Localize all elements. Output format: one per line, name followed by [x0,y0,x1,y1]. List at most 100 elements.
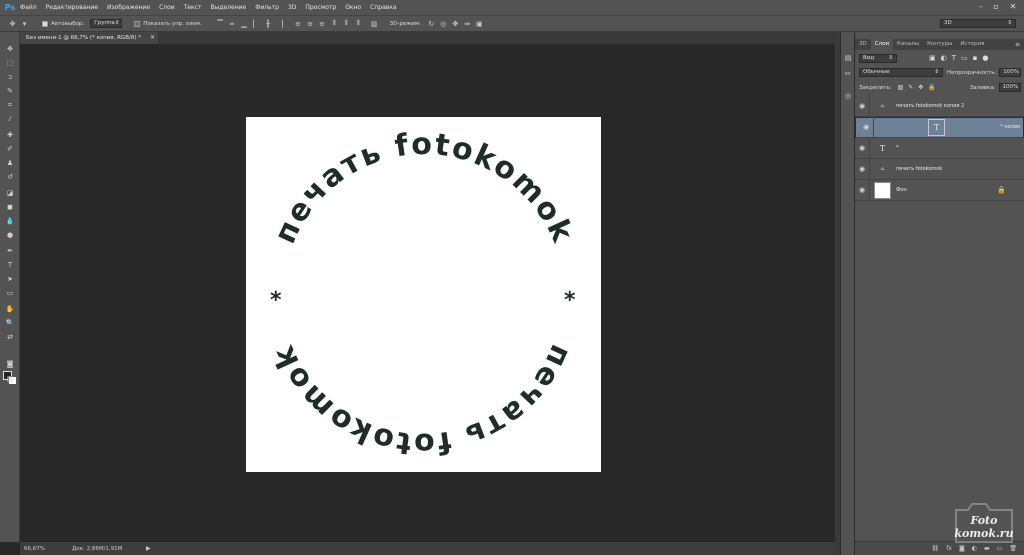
lasso-tool-icon[interactable]: ↄ [3,72,17,83]
align-bottom-icon[interactable]: ▁ [240,19,249,28]
tab-paths[interactable]: Контуры [923,39,956,50]
history-panel-icon[interactable]: ▤ [842,52,854,64]
layer-row-text[interactable]: ◉ ⸞ печать fotokomok [855,158,1024,180]
eye-icon[interactable]: ◉ [855,95,870,117]
brush-tool-icon[interactable]: ✐ [3,144,17,155]
menu-filter[interactable]: Фильтр [255,4,279,11]
menu-file[interactable]: Файл [20,4,37,11]
workspace-select[interactable]: 3D ⇕ [940,19,1016,28]
tab-layers[interactable]: Слои [870,39,894,50]
lock-all-icon[interactable]: 🔒 [928,84,935,91]
swap-colors-icon[interactable]: ⇄ [3,332,17,343]
filter-type-icon[interactable]: T [952,54,956,62]
stamp-tool-icon[interactable]: ♟ [3,158,17,169]
roll-3d-icon[interactable]: ◎ [439,19,448,28]
filter-toggle-icon[interactable]: ● [982,54,988,62]
eye-icon[interactable]: ◉ [855,158,870,180]
path-select-tool-icon[interactable]: ➤ [3,274,17,285]
move-tool-icon[interactable]: ✥ [3,44,17,55]
pen-tool-icon[interactable]: ✒ [3,246,17,257]
move-tool-icon[interactable]: ✥ [8,19,17,28]
scale-3d-icon[interactable]: ▣ [475,19,484,28]
autoselect-select[interactable]: Группа ⇕ [90,19,123,28]
zoom-tool-icon[interactable]: 🔍 [3,318,17,329]
zoom-level[interactable]: 66,67% [24,546,72,552]
filter-adjust-icon[interactable]: ◐ [941,54,947,62]
menu-image[interactable]: Изображение [107,4,150,11]
canvas-area[interactable]: печать fotokomok печать fotokomok * * [20,44,835,542]
eye-icon[interactable]: ◉ [859,117,874,138]
lock-pixels-icon[interactable]: ✎ [908,84,913,91]
link-layers-icon[interactable]: ⛓ [932,545,940,552]
tools-panel-icon[interactable]: ✂ [842,68,854,80]
align-top-icon[interactable]: ▔ [216,19,225,28]
distribute-vcenter-icon[interactable]: ≡ [306,19,315,28]
menu-3d[interactable]: 3D [288,4,296,11]
quick-mask-icon[interactable]: ◙ [3,359,17,370]
menu-view[interactable]: Просмотр [305,4,336,11]
align-vcenter-icon[interactable]: ═ [228,19,237,28]
blend-mode-select[interactable]: Обычные ⇕ [859,68,943,77]
distribute-left-icon[interactable]: ⦀ [330,19,339,28]
layer-row-star[interactable]: ◉ T * [855,137,1024,159]
panel-menu-icon[interactable]: ≡ [1015,39,1020,50]
menu-type[interactable]: Текст [184,4,202,11]
distribute-bottom-icon[interactable]: ≡ [318,19,327,28]
menu-layer[interactable]: Слои [159,4,175,11]
show-controls-checkbox[interactable] [134,20,141,27]
align-right-icon[interactable]: ▕ [276,19,285,28]
opacity-input[interactable]: 100% [999,68,1022,77]
layer-filter-select[interactable]: Вид ⇕ [859,53,897,63]
menu-window[interactable]: Окно [345,4,361,11]
filter-smart-icon[interactable]: ▪ [973,54,978,62]
eraser-tool-icon[interactable]: ◪ [3,188,17,199]
properties-panel-icon[interactable]: ◎ [842,90,854,102]
eyedropper-tool-icon[interactable]: ⁄ [3,114,17,125]
close-tab-icon[interactable]: × [150,32,155,44]
marquee-tool-icon[interactable]: ⬚ [3,58,17,69]
close-icon[interactable]: ✕ [1007,2,1019,12]
layer-row-copy2[interactable]: ◉ ⸞ печать fotokomok копия 2 [855,95,1024,117]
status-arrow-icon[interactable]: ▶ [146,545,151,552]
distribute-top-icon[interactable]: ≡ [294,19,303,28]
menu-edit[interactable]: Редактирование [46,4,98,11]
slide-3d-icon[interactable]: ⇔ [463,19,472,28]
maximize-icon[interactable]: ▫ [990,2,1002,12]
history-brush-tool-icon[interactable]: ↺ [3,172,17,183]
lock-position-icon[interactable]: ✥ [918,84,923,91]
lock-transparent-icon[interactable]: ▨ [898,84,904,91]
auto-align-icon[interactable]: ▥ [370,19,379,28]
eye-icon[interactable]: ◉ [855,137,870,159]
document-tab[interactable]: Без имени-1 @ 66,7% (* копия, RGB/8) * × [20,32,158,44]
fill-input[interactable]: 100% [998,83,1021,92]
layer-row-background[interactable]: ◉ Фон 🔒 [855,179,1024,201]
tool-preset-dropdown[interactable]: ▾ [20,19,29,28]
crop-tool-icon[interactable]: ⌗ [3,100,17,111]
tab-history[interactable]: История [956,39,988,50]
dodge-tool-icon[interactable]: ● [3,230,17,241]
document-canvas[interactable]: печать fotokomok печать fotokomok * * [246,117,601,472]
screen-mode-icon[interactable]: ▤ [3,374,17,385]
layer-row-star-copy[interactable]: ◉ T * копия [855,117,1024,138]
quick-select-tool-icon[interactable]: ✎ [3,86,17,97]
eye-icon[interactable]: ◉ [855,179,870,201]
autoselect-checkbox[interactable] [42,20,48,27]
tab-channels[interactable]: Каналы [893,39,923,50]
orbit-3d-icon[interactable]: ↻ [427,19,436,28]
align-hcenter-icon[interactable]: ╫ [264,19,273,28]
type-tool-icon[interactable]: T [3,260,17,271]
shape-tool-icon[interactable]: ▭ [3,288,17,299]
drag-3d-icon[interactable]: ✥ [451,19,460,28]
gradient-tool-icon[interactable]: ◼ [3,202,17,213]
menu-select[interactable]: Выделение [210,4,246,11]
hand-tool-icon[interactable]: ✋ [3,304,17,315]
healing-tool-icon[interactable]: ✚ [3,130,17,141]
blur-tool-icon[interactable]: 💧 [3,216,17,227]
distribute-right-icon[interactable]: ⦀ [354,19,363,28]
minimize-icon[interactable]: – [975,2,987,12]
filter-pixel-icon[interactable]: ▣ [929,54,936,62]
menu-help[interactable]: Справка [370,4,396,11]
filter-shape-icon[interactable]: ▭ [961,54,968,62]
tab-3d[interactable]: 3D [855,39,871,50]
align-left-icon[interactable]: ▏ [252,19,261,28]
